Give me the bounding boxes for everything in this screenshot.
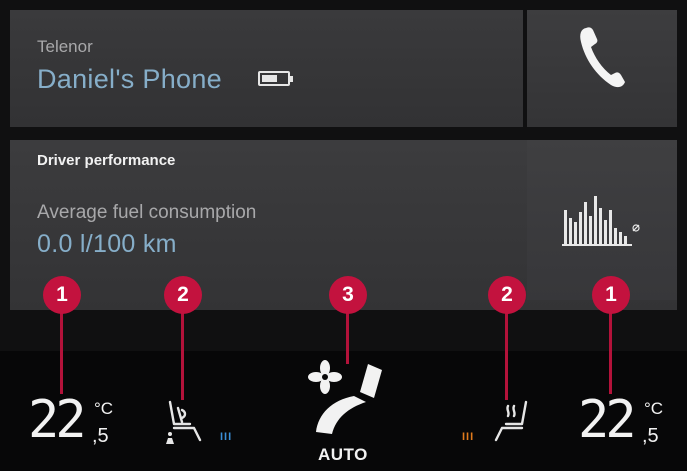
left-temperature[interactable]: 22 °C ,5 [28, 394, 138, 450]
bar-chart-icon [562, 196, 640, 246]
callout-line [505, 300, 508, 400]
airflow-icon[interactable] [306, 356, 396, 446]
left-temp-unit: °C [94, 399, 114, 418]
right-temp-whole: 22 [578, 390, 637, 450]
right-temp-decimal: ,5 [642, 425, 659, 447]
left-temp-whole: 22 [28, 390, 87, 450]
right-seat-level: III [462, 431, 475, 443]
right-temp-unit: °C [644, 399, 664, 418]
auto-label[interactable]: AUTO [318, 445, 368, 465]
callout-line [609, 300, 612, 394]
callout-badge: 1 [592, 276, 630, 314]
driver-performance-title: Driver performance [37, 152, 176, 169]
callout-badge: 2 [164, 276, 202, 314]
left-seat-level: III [220, 431, 233, 443]
callout-line [181, 300, 184, 400]
fuel-consumption-label: Average fuel consumption [37, 202, 257, 223]
right-temperature[interactable]: 22 °C ,5 [578, 394, 678, 450]
seat-heating-icon[interactable] [488, 398, 536, 446]
phone-handset-icon [580, 27, 625, 88]
carrier-label: Telenor [37, 37, 93, 56]
phone-device-name: Daniel's Phone [37, 64, 222, 94]
callout-badge: 1 [43, 276, 81, 314]
callout-badge: 3 [329, 276, 367, 314]
callout-badge: 2 [488, 276, 526, 314]
fuel-consumption-value: 0.0 l/100 km [37, 230, 177, 258]
screen: Telenor Daniel's Phone Driver performanc… [0, 0, 687, 471]
seat-ventilation-icon[interactable] [160, 398, 208, 446]
battery-icon [258, 71, 293, 86]
callout-line [60, 300, 63, 394]
left-temp-decimal: ,5 [92, 425, 109, 447]
